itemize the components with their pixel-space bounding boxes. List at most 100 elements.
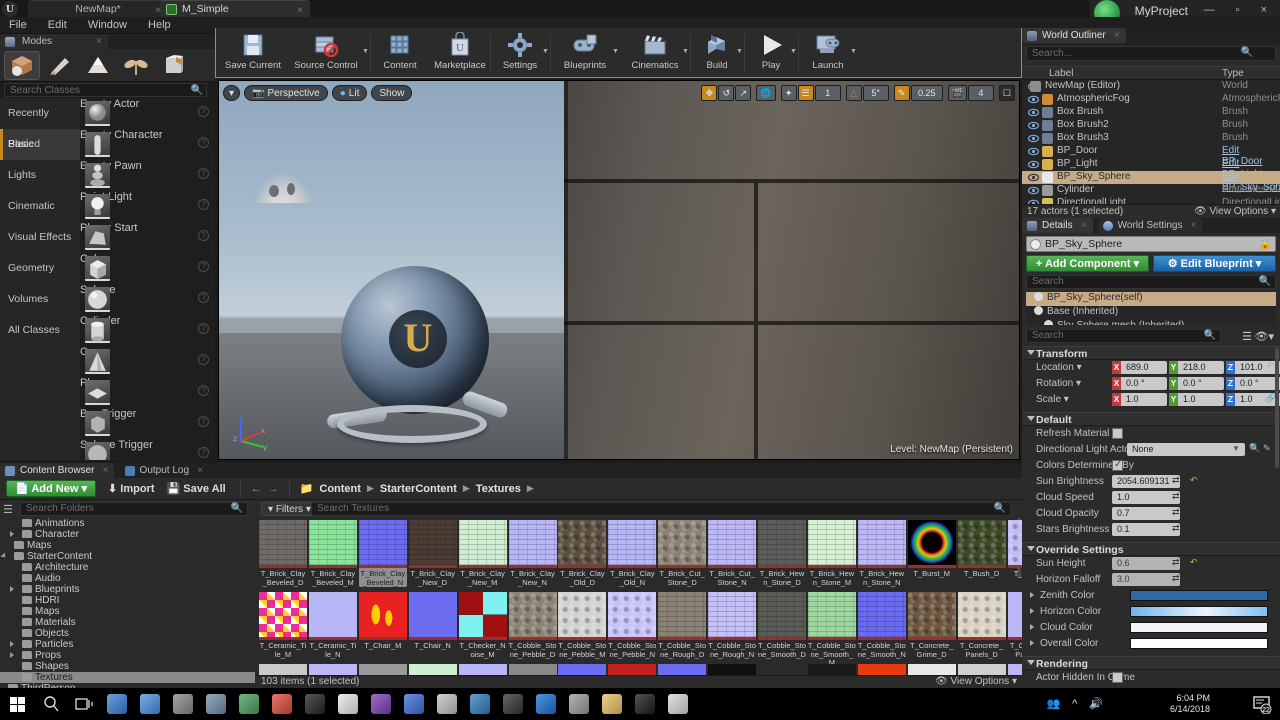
- details-scrollbar[interactable]: [1275, 348, 1279, 468]
- folder-item-startercontent[interactable]: StarterContent: [0, 551, 255, 562]
- component-row[interactable]: Sky Sphere mesh (Inherited): [1026, 320, 1276, 325]
- visibility-eye-icon[interactable]: [1027, 107, 1040, 118]
- place-item-plane[interactable]: Plane?: [80, 377, 215, 408]
- camera-speed-value[interactable]: 4: [967, 85, 994, 101]
- component-row[interactable]: Base (Inherited): [1026, 306, 1276, 320]
- outliner-column-type[interactable]: Type: [1222, 68, 1244, 79]
- filters-button[interactable]: ▾ Filters ▾: [261, 502, 318, 516]
- camera-speed-icon[interactable]: 🎬: [947, 85, 967, 101]
- toolbar-content-button[interactable]: Content: [374, 30, 426, 76]
- media-icon[interactable]: [173, 694, 193, 714]
- asset-tile[interactable]: T_Checker_Noise_M: [458, 592, 507, 659]
- add-component-button[interactable]: + Add Component ▾: [1026, 255, 1149, 272]
- property-row-stars-brightness[interactable]: Stars Brightness 0.1 ⇄: [1022, 522, 1280, 538]
- folder-item-textures[interactable]: Textures: [0, 672, 255, 683]
- property-row-overall-color[interactable]: Overall Color: [1022, 636, 1280, 652]
- world-space-icon[interactable]: 🌐: [756, 85, 776, 101]
- nav-forward-button[interactable]: →: [268, 483, 279, 495]
- asset-tile[interactable]: T_Burst_M: [907, 520, 956, 579]
- close-icon[interactable]: ×: [197, 463, 203, 478]
- chevron-right-icon[interactable]: [10, 531, 14, 537]
- close-icon[interactable]: ×: [1191, 218, 1197, 233]
- angle-snap-icon[interactable]: △: [845, 85, 862, 101]
- maximize-viewport-icon[interactable]: ☐: [998, 85, 1015, 101]
- text-value[interactable]: 2054.609131: [1112, 475, 1180, 488]
- help-icon[interactable]: ?: [198, 354, 209, 365]
- asset-tile[interactable]: T_Brick_Clay_New_M: [458, 520, 507, 587]
- sphere-stand-mesh[interactable]: [326, 389, 510, 447]
- translate-gizmo-icon[interactable]: ✥: [701, 85, 718, 101]
- asset-search-input[interactable]: Search Textures 🔍: [311, 502, 1011, 516]
- search-classes-input[interactable]: Search Classes 🔍: [4, 83, 207, 97]
- outliner-search-input[interactable]: Search... 🔍 ✚: [1026, 46, 1276, 61]
- category-lights[interactable]: Lights: [0, 160, 80, 191]
- help-icon[interactable]: ?: [198, 385, 209, 396]
- section-header-override-settings[interactable]: Override Settings: [1022, 542, 1280, 556]
- property-visibility-icon[interactable]: 👁▾: [1255, 330, 1275, 343]
- visibility-eye-icon[interactable]: [1027, 172, 1040, 183]
- breadcrumb-textures[interactable]: Textures: [476, 483, 521, 495]
- tab-world-outliner[interactable]: World Outliner ×: [1022, 28, 1126, 43]
- property-search-input[interactable]: Search 🔍: [1026, 329, 1221, 343]
- drag-value-icon[interactable]: ⇄: [1172, 557, 1180, 568]
- property-row-horizon-color[interactable]: Horizon Color: [1022, 604, 1280, 620]
- drag-value-icon[interactable]: ⇄: [1172, 507, 1180, 518]
- help-icon[interactable]: ?: [198, 199, 209, 210]
- place-item-empty-actor[interactable]: Empty Actor?: [80, 98, 215, 129]
- surface-snap-icon[interactable]: ✦: [780, 85, 797, 101]
- asset-tile[interactable]: [608, 664, 657, 675]
- folder-item-audio[interactable]: Audio: [0, 573, 255, 584]
- folder-item-shapes[interactable]: Shapes: [0, 661, 255, 672]
- checkbox[interactable]: [1112, 428, 1123, 439]
- dark-app-icon[interactable]: [503, 694, 523, 714]
- clock[interactable]: 6:04 PM 6/14/2018: [1170, 693, 1210, 715]
- asset-tile[interactable]: [358, 664, 407, 675]
- sources-toggle-icon[interactable]: ☰: [3, 503, 13, 516]
- viewport-lit-button[interactable]: ● Lit: [331, 85, 368, 101]
- place-item-cylinder[interactable]: Cylinder?: [80, 315, 215, 346]
- asset-tile[interactable]: T_Brick_Hewn_Stone_N: [857, 520, 906, 587]
- help-icon[interactable]: ?: [198, 416, 209, 427]
- asset-tile[interactable]: [708, 664, 757, 675]
- expand-arrow-icon[interactable]: [1030, 608, 1034, 614]
- expand-arrow-icon[interactable]: [1030, 624, 1034, 630]
- tab-newmap[interactable]: NewMap* ×: [28, 0, 168, 17]
- toolbar-cinematics-button[interactable]: Cinematics: [624, 30, 686, 76]
- tab-content-browser[interactable]: Content Browser ×: [0, 463, 115, 478]
- reset-icon[interactable]: ↶: [1190, 557, 1198, 568]
- toolbar-marketplace-button[interactable]: U Marketplace: [428, 30, 492, 76]
- asset-tile[interactable]: [857, 664, 906, 675]
- level-viewport[interactable]: U z y x ▾ 📷 Perspective ● Lit Show ✥ ↺ ↗…: [218, 80, 1020, 460]
- actor-name-input[interactable]: BP_Sky_Sphere 🔒: [1026, 236, 1276, 252]
- section-header-default[interactable]: Default: [1022, 412, 1280, 426]
- component-search-input[interactable]: Search 🔍: [1026, 275, 1276, 289]
- axis-x-value[interactable]: 0.0 °: [1121, 377, 1167, 390]
- axis-y-field[interactable]: Y 1.0: [1169, 393, 1224, 406]
- vector-input-group[interactable]: X 0.0 ° Y 0.0 ° Z 0.0 °: [1112, 377, 1280, 390]
- cortana-icon[interactable]: [107, 694, 127, 714]
- scale-snap-icon[interactable]: ✎: [893, 85, 910, 101]
- asset-tile[interactable]: T_Cobble_Stone_Smooth_N: [857, 592, 906, 659]
- folder-item-animations[interactable]: Animations: [0, 518, 255, 529]
- axis-y-value[interactable]: 0.0 °: [1178, 377, 1224, 390]
- asset-tile[interactable]: [907, 664, 956, 675]
- asset-tile[interactable]: T_Bush_N: [1007, 520, 1022, 579]
- asset-tile[interactable]: T_Ceramic_Tile_N: [308, 592, 357, 659]
- outliner-column-label[interactable]: Label: [1049, 68, 1073, 79]
- folder-item-architecture[interactable]: Architecture: [0, 562, 255, 573]
- visibility-eye-icon[interactable]: [1027, 120, 1040, 131]
- chevron-right-icon[interactable]: [10, 641, 14, 647]
- property-row-actor-hidden-in-game[interactable]: Actor Hidden In Game: [1022, 670, 1280, 686]
- asset-tile[interactable]: T_Chair_N: [408, 592, 457, 651]
- property-row-refresh-material[interactable]: Refresh Material: [1022, 426, 1280, 442]
- scale-gizmo-icon[interactable]: ↗: [735, 85, 752, 101]
- folder-icon[interactable]: [602, 694, 622, 714]
- folder-item-props[interactable]: Props: [0, 650, 255, 661]
- asset-tile[interactable]: T_Brick_Clay_New_D: [408, 520, 457, 587]
- outliner-row[interactable]: BP_LightEdit BP_Light: [1022, 158, 1280, 180]
- place-item-player-start[interactable]: Player Start?: [80, 222, 215, 253]
- checkbox[interactable]: [1112, 672, 1123, 683]
- help-icon[interactable]: ?: [198, 261, 209, 272]
- start-icon[interactable]: [8, 694, 28, 714]
- property-row-cloud-color[interactable]: Cloud Color: [1022, 620, 1280, 636]
